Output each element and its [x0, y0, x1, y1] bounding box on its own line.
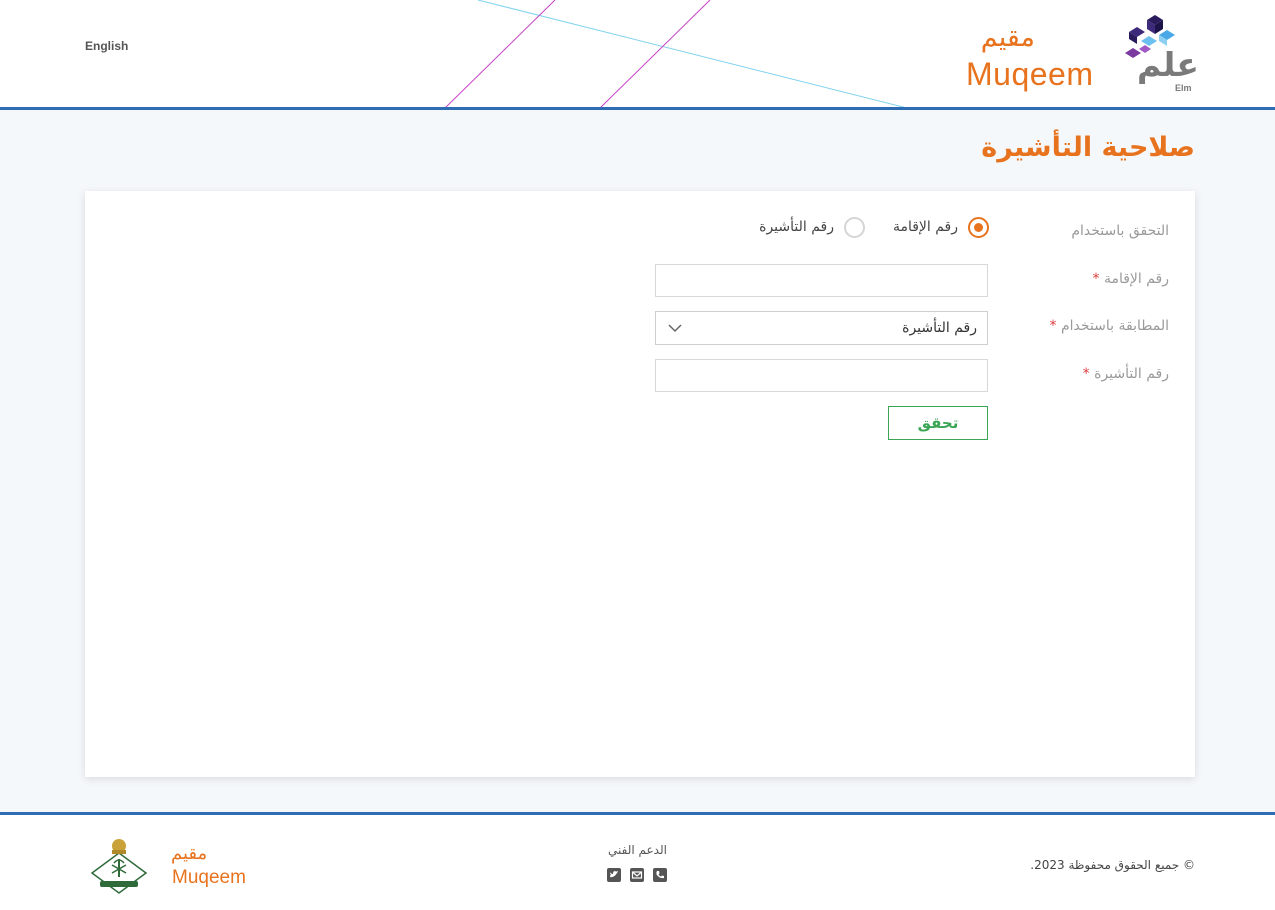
match-method-select[interactable]: رقم التأشيرة — [655, 311, 988, 345]
radio-iqama-number[interactable] — [968, 217, 989, 238]
language-switch-link[interactable]: English — [85, 39, 128, 53]
site-footer: مقيم Muqeem الدعم الفني © جميع الحقوق مح… — [0, 812, 1275, 910]
muqeem-logo-arabic: مقيم — [980, 22, 1035, 53]
technical-support-title: الدعم الفني — [608, 843, 667, 857]
verify-method-label: التحقق باستخدام — [1071, 223, 1169, 239]
visa-number-label: رقم التأشيرة * — [1083, 366, 1169, 382]
required-mark: * — [1082, 366, 1090, 382]
page-title: صلاحية التأشيرة — [981, 132, 1195, 163]
verify-submit-button[interactable]: تحقق — [888, 406, 988, 440]
support-icons — [607, 868, 667, 882]
match-method-label-text: المطابقة باستخدام — [1061, 318, 1169, 334]
phone-icon[interactable] — [653, 868, 667, 882]
envelope-icon[interactable] — [630, 868, 644, 882]
required-mark: * — [1049, 318, 1057, 334]
site-header: English مقيم Muqeem علم Elm — [0, 0, 1275, 110]
passports-emblem-icon — [88, 835, 150, 895]
muqeem-logo[interactable]: مقيم Muqeem — [962, 22, 1097, 94]
chevron-down-icon — [668, 324, 682, 333]
radio-iqama-number-label[interactable]: رقم الإقامة — [893, 219, 958, 235]
muqeem-logo-english: Muqeem — [966, 56, 1094, 92]
match-method-label: المطابقة باستخدام * — [1050, 318, 1169, 334]
visa-validity-form-card: التحقق باستخدام رقم الإقامة رقم التأشيرة… — [85, 191, 1195, 777]
copyright-text: © جميع الحقوق محفوظة 2023. — [1030, 858, 1195, 872]
iqama-number-label: رقم الإقامة * — [1092, 271, 1169, 287]
twitter-icon[interactable] — [607, 868, 621, 882]
iqama-number-label-text: رقم الإقامة — [1103, 271, 1169, 287]
elm-logo[interactable]: علم Elm — [1113, 12, 1199, 96]
elm-logo-english: Elm — [1175, 83, 1192, 93]
required-mark: * — [1092, 271, 1100, 287]
footer-muqeem-english: Muqeem — [172, 867, 246, 888]
elm-logo-arabic: علم — [1137, 45, 1199, 84]
footer-muqeem-arabic: مقيم — [171, 843, 208, 864]
radio-visa-number[interactable] — [844, 217, 865, 238]
radio-visa-number-label[interactable]: رقم التأشيرة — [759, 219, 834, 235]
match-method-selected-value: رقم التأشيرة — [902, 320, 977, 336]
visa-number-input[interactable] — [655, 359, 988, 392]
visa-number-label-text: رقم التأشيرة — [1094, 366, 1169, 382]
iqama-number-input[interactable] — [655, 264, 988, 297]
